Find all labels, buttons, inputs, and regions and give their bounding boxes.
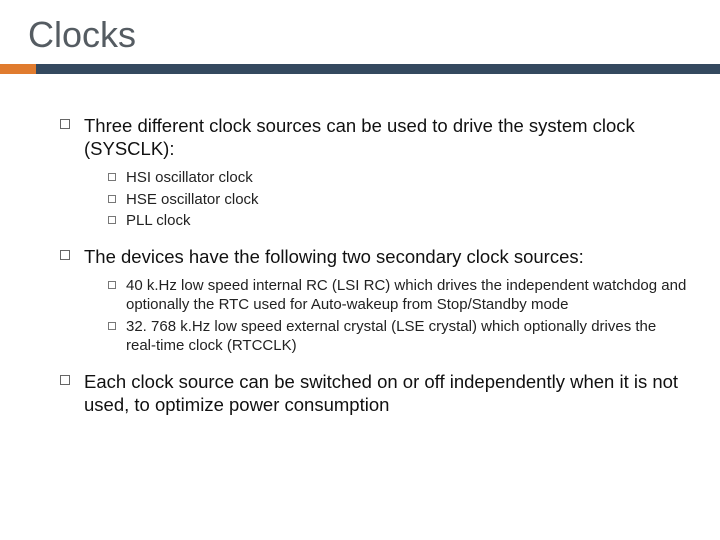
- sublist: HSI oscillator clock HSE oscillator cloc…: [60, 166, 690, 245]
- sub-bullet-item: PLL clock: [108, 211, 690, 231]
- accent-bar: [0, 64, 36, 74]
- sub-bullet-text: HSE oscillator clock: [126, 190, 259, 210]
- square-bullet-icon: [60, 250, 70, 260]
- content: Three different clock sources can be use…: [0, 74, 720, 416]
- sub-bullet-item: HSI oscillator clock: [108, 168, 690, 188]
- title-underline: [0, 64, 720, 74]
- sublist: 40 k.Hz low speed internal RC (LSI RC) w…: [60, 274, 690, 370]
- bullet-text: Three different clock sources can be use…: [84, 114, 690, 160]
- square-bullet-icon: [60, 119, 70, 129]
- title-block: Clocks: [0, 0, 720, 62]
- sub-bullet-text: 32. 768 k.Hz low speed external crystal …: [126, 317, 690, 356]
- rule-bar: [36, 64, 720, 74]
- bullet-item: The devices have the following two secon…: [60, 245, 690, 268]
- page-title: Clocks: [28, 14, 720, 56]
- sub-bullet-item: 32. 768 k.Hz low speed external crystal …: [108, 317, 690, 356]
- sub-bullet-text: 40 k.Hz low speed internal RC (LSI RC) w…: [126, 276, 690, 315]
- sub-bullet-text: HSI oscillator clock: [126, 168, 253, 188]
- bullet-text: The devices have the following two secon…: [84, 245, 584, 268]
- square-bullet-icon: [108, 281, 116, 289]
- square-bullet-icon: [108, 322, 116, 330]
- square-bullet-icon: [108, 173, 116, 181]
- sub-bullet-item: HSE oscillator clock: [108, 190, 690, 210]
- bullet-item: Each clock source can be switched on or …: [60, 370, 690, 416]
- square-bullet-icon: [108, 195, 116, 203]
- square-bullet-icon: [108, 216, 116, 224]
- sub-bullet-text: PLL clock: [126, 211, 190, 231]
- bullet-text: Each clock source can be switched on or …: [84, 370, 690, 416]
- square-bullet-icon: [60, 375, 70, 385]
- bullet-item: Three different clock sources can be use…: [60, 114, 690, 160]
- sub-bullet-item: 40 k.Hz low speed internal RC (LSI RC) w…: [108, 276, 690, 315]
